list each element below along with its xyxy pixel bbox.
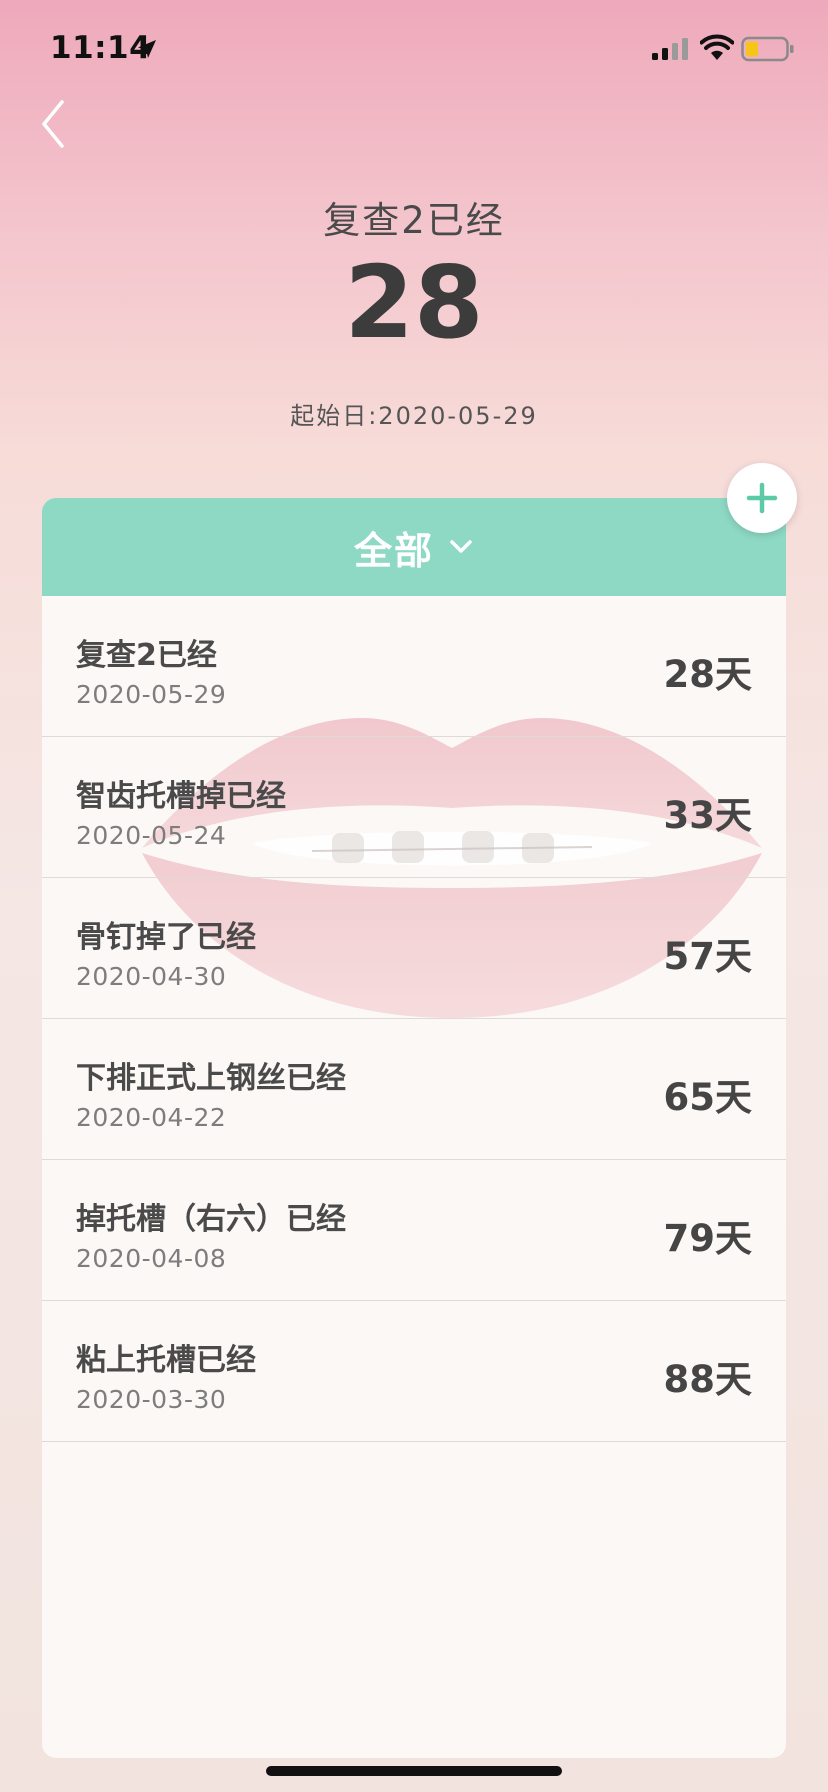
event-row[interactable]: 骨钉掉了已经 2020-04-30 57天 — [42, 878, 786, 1019]
event-row[interactable]: 复查2已经 2020-05-29 28天 — [42, 596, 786, 737]
event-row[interactable]: 下排正式上钢丝已经 2020-04-22 65天 — [42, 1019, 786, 1160]
wifi-icon — [700, 34, 734, 60]
event-title: 骨钉掉了已经 — [76, 920, 256, 955]
event-days: 79天 — [663, 1217, 753, 1260]
event-row[interactable]: 掉托槽（右六）已经 2020-04-08 79天 — [42, 1160, 786, 1301]
event-title: 掉托槽（右六）已经 — [76, 1202, 346, 1237]
event-title: 粘上托槽已经 — [76, 1343, 256, 1378]
event-date: 2020-04-22 — [76, 1103, 227, 1132]
start-date: 起始日:2020-05-29 — [290, 402, 538, 430]
event-date: 2020-05-24 — [76, 821, 227, 850]
home-indicator[interactable] — [266, 1766, 562, 1776]
battery-icon — [741, 36, 794, 62]
plus-icon — [746, 482, 778, 514]
event-date: 2020-05-29 — [76, 680, 227, 709]
event-date: 2020-04-30 — [76, 962, 227, 991]
chevron-left-icon — [42, 100, 64, 148]
event-title: 下排正式上钢丝已经 — [76, 1061, 346, 1096]
event-list: 复查2已经 2020-05-29 28天 智齿托槽掉已经 2020-05-24 … — [42, 596, 786, 1442]
event-row[interactable]: 智齿托槽掉已经 2020-05-24 33天 — [42, 737, 786, 878]
status-bar: 11:14 — [0, 0, 828, 100]
signal-icon — [652, 38, 688, 60]
event-date: 2020-04-08 — [76, 1244, 227, 1273]
event-title: 复查2已经 — [76, 638, 217, 673]
chevron-down-icon — [450, 540, 472, 553]
add-event-button[interactable] — [727, 463, 797, 533]
filter-dropdown[interactable]: 全部 — [42, 498, 786, 596]
event-days: 57天 — [663, 935, 753, 978]
event-date: 2020-03-30 — [76, 1385, 227, 1414]
location-icon — [138, 40, 156, 58]
event-days: 33天 — [663, 794, 753, 837]
header-subtitle: 复查2已经 — [323, 199, 505, 242]
days-count: 28 — [344, 244, 484, 361]
event-days: 88天 — [663, 1358, 753, 1401]
filter-label: 全部 — [353, 528, 434, 573]
events-card: 全部 复查2已经 2020-05-29 28天 智齿托槽掉已经 2020-05-… — [42, 498, 786, 1758]
back-button[interactable] — [30, 92, 86, 156]
event-title: 智齿托槽掉已经 — [76, 779, 286, 814]
event-days: 28天 — [663, 653, 753, 696]
event-row[interactable]: 粘上托槽已经 2020-03-30 88天 — [42, 1301, 786, 1442]
event-days: 65天 — [663, 1076, 753, 1119]
